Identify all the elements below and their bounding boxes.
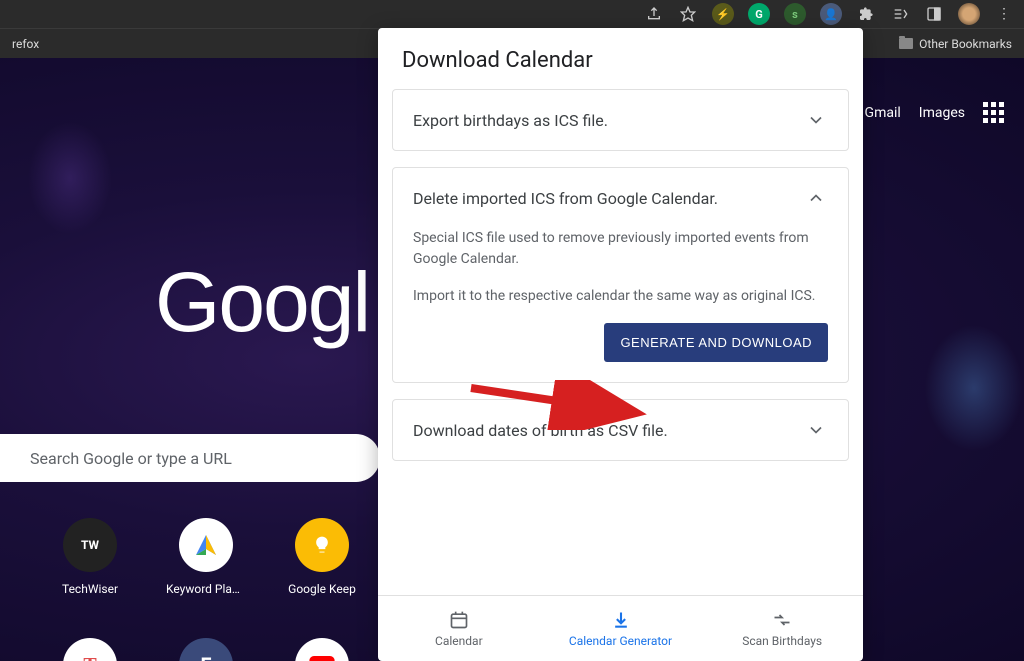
tab-label: Calendar [435,634,483,648]
bookmark-other[interactable]: Other Bookmarks [899,37,1012,51]
tab-calendar-generator[interactable]: Calendar Generator [540,596,702,661]
accordion-header[interactable]: Download dates of birth as CSV file. [393,400,848,460]
accordion-title: Delete imported ICS from Google Calendar… [413,189,718,208]
search-placeholder: Search Google or type a URL [30,449,232,468]
tab-scan-birthdays[interactable]: Scan Birthdays [701,596,863,661]
chrome-menu-icon[interactable]: ⋮ [994,4,1014,24]
extension-lightning-icon[interactable]: ⚡ [712,3,734,25]
body-text-2: Import it to the respective calendar the… [413,286,828,307]
shortcut-label: Google Keep [282,582,362,596]
bg-jellyfish-right [884,298,1024,598]
accordion-delete-ics: Delete imported ICS from Google Calendar… [392,167,849,383]
calendar-icon [449,610,469,630]
media-control-icon[interactable] [890,4,910,24]
gmail-link[interactable]: Gmail [865,105,901,121]
shortcut-t[interactable]: T [50,638,130,661]
shortcut-label: TechWiser [50,582,130,596]
popup-content: Export birthdays as ICS file. Delete imp… [378,89,863,595]
bg-jellyfish-left [0,118,170,418]
accordion-header[interactable]: Export birthdays as ICS file. [393,90,848,150]
tab-label: Calendar Generator [569,634,672,648]
bookmark-firefox[interactable]: refox [12,37,39,51]
folder-icon [899,38,913,49]
chevron-down-icon [804,108,828,132]
shortcut-icon: F [179,638,233,661]
tab-calendar[interactable]: Calendar [378,596,540,661]
extensions-puzzle-icon[interactable] [856,4,876,24]
images-link[interactable]: Images [919,105,965,121]
body-text-1: Special ICS file used to remove previous… [413,228,828,270]
browser-toolbar: ⚡ G s 👤 ⋮ [0,0,1024,28]
scan-icon [772,610,792,630]
search-input[interactable]: Search Google or type a URL [0,434,380,482]
popup-tabs: Calendar Calendar Generator Scan Birthda… [378,595,863,661]
shortcut-f[interactable]: F [166,638,246,661]
shortcut-icon [295,638,349,661]
google-header-links: Gmail Images [865,102,1004,123]
shortcut-icon [295,518,349,572]
shortcut-techwiser[interactable]: TW TechWiser [50,518,130,596]
star-icon[interactable] [678,4,698,24]
bookmark-label: refox [12,37,39,51]
shortcut-keyword-planner[interactable]: Keyword Plan... [166,518,246,596]
shortcut-icon: T [63,638,117,661]
accordion-export-ics: Export birthdays as ICS file. [392,89,849,151]
accordion-download-csv: Download dates of birth as CSV file. [392,399,849,461]
generate-download-button[interactable]: GENERATE AND DOWNLOAD [604,323,828,362]
download-icon [611,610,631,630]
profile-avatar[interactable] [958,3,980,25]
accordion-header[interactable]: Delete imported ICS from Google Calendar… [393,168,848,228]
accordion-title: Download dates of birth as CSV file. [413,421,668,440]
extension-s-icon[interactable]: s [784,3,806,25]
google-apps-icon[interactable] [983,102,1004,123]
shortcut-youtube[interactable] [282,638,362,661]
sidepanel-icon[interactable] [924,4,944,24]
popup-title: Download Calendar [378,28,863,89]
chevron-down-icon [804,418,828,442]
shortcut-icon [179,518,233,572]
share-icon[interactable] [644,4,664,24]
extension-grammarly-icon[interactable]: G [748,3,770,25]
accordion-title: Export birthdays as ICS file. [413,111,608,130]
extension-birthday-icon[interactable]: 👤 [820,3,842,25]
bookmark-label: Other Bookmarks [919,37,1012,51]
accordion-body: Special ICS file used to remove previous… [393,228,848,382]
shortcut-google-keep[interactable]: Google Keep [282,518,362,596]
shortcut-icon: TW [63,518,117,572]
shortcuts-row2: T F [50,638,362,661]
google-logo: Googl [155,254,369,351]
extension-popup: Download Calendar Export birthdays as IC… [378,28,863,661]
tab-label: Scan Birthdays [742,634,822,648]
shortcuts-row1: TW TechWiser Keyword Plan... Google Keep [50,518,362,596]
chevron-up-icon [804,186,828,210]
shortcut-label: Keyword Plan... [166,582,246,596]
